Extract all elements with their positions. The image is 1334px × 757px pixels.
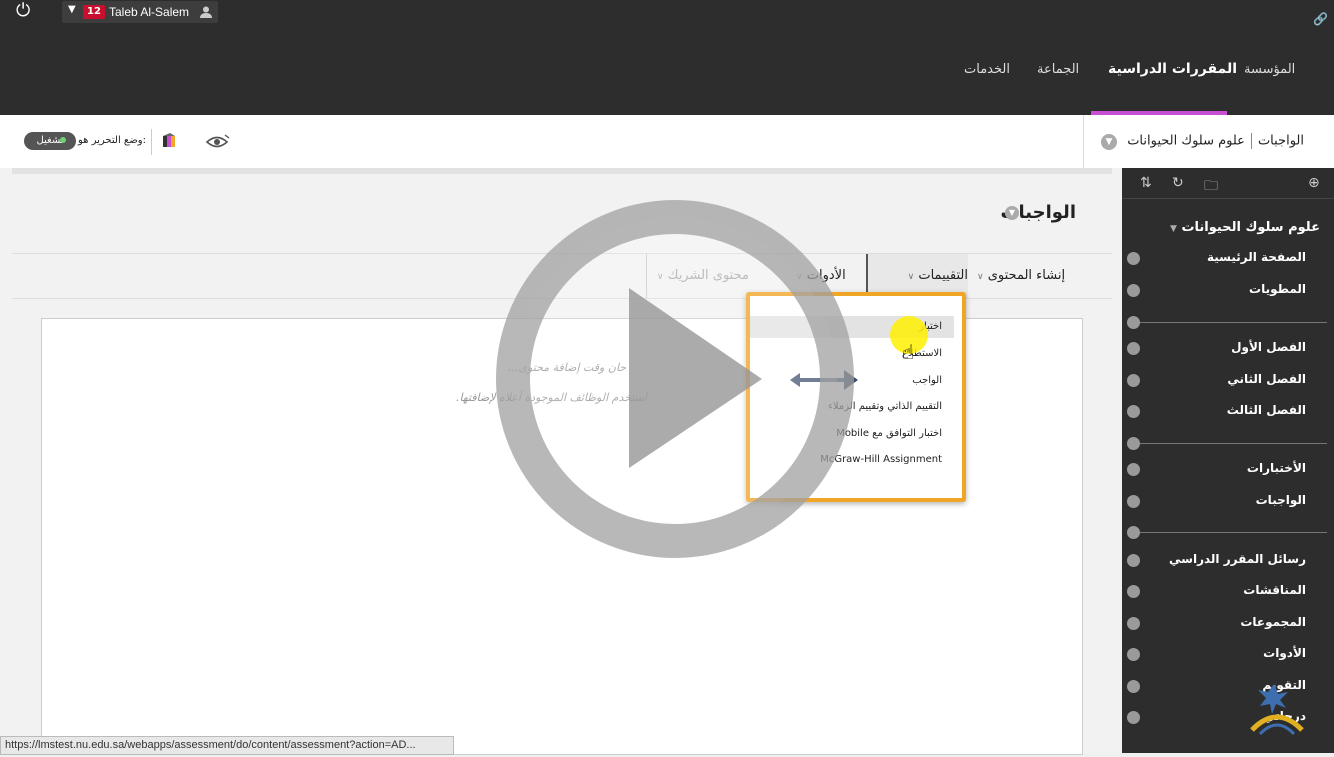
user-menu[interactable]: ▼ 12 Taleb Al-Salem	[62, 1, 218, 23]
menu-item-options-icon[interactable]	[1127, 374, 1140, 387]
menu-divider	[1127, 526, 1327, 539]
breadcrumb: الواجبات علوم سلوك الحيوانات	[1127, 133, 1304, 149]
video-play-button[interactable]	[494, 198, 856, 560]
breadcrumb-page[interactable]: الواجبات	[1258, 134, 1304, 149]
breadcrumb-course[interactable]: علوم سلوك الحيوانات	[1127, 134, 1245, 149]
menu-divider	[1127, 437, 1327, 450]
course-menu: ⊕ 🗀 ↻ ⇅ علوم سلوك الحيوانات ▼ الصفحة الر…	[1122, 168, 1334, 753]
refresh-icon[interactable]: ↻	[1172, 175, 1184, 191]
sidebar-item-course-messages[interactable]: رسائل المقرر الدراسي	[1122, 550, 1334, 572]
student-preview-icon[interactable]	[205, 132, 231, 156]
menu-item-options-icon[interactable]	[1127, 617, 1140, 630]
breadcrumb-chevron-icon[interactable]: ▼	[1101, 134, 1117, 150]
menu-item-options-icon[interactable]	[1127, 316, 1140, 329]
menu-item-options-icon[interactable]	[1127, 405, 1140, 418]
menu-item-options-icon[interactable]	[1127, 437, 1140, 450]
page-title-chevron-icon[interactable]: ▼	[1005, 206, 1019, 220]
menu-item-options-icon[interactable]	[1127, 554, 1140, 567]
edit-mode-label: وضع التحرير هو:	[78, 135, 146, 146]
menu-item-options-icon[interactable]	[1127, 526, 1140, 539]
course-menu-title[interactable]: علوم سلوك الحيوانات ▼	[1170, 220, 1320, 235]
course-menu-tools: ⊕ 🗀 ↻ ⇅	[1122, 168, 1334, 199]
course-toolbar: تشغيل وضع التحرير هو: ▼ الواجبات علوم سلو…	[0, 115, 1334, 169]
tab-institution[interactable]: المؤسسة	[1244, 62, 1295, 77]
menu-item-options-icon[interactable]	[1127, 342, 1140, 355]
sidebar-item-chapter2[interactable]: الفصل الثاني	[1122, 370, 1334, 392]
sidebar-item-assignments[interactable]: الواجبات	[1122, 491, 1334, 513]
content-top-shadow	[12, 168, 1112, 174]
play-icon	[496, 200, 854, 558]
add-menu-item-icon[interactable]: ⊕	[1308, 175, 1320, 191]
university-logo	[1222, 684, 1334, 753]
menu-divider	[1127, 316, 1327, 329]
notification-badge: 12	[83, 5, 105, 19]
tab-services[interactable]: الخدمات	[964, 62, 1010, 77]
menu-item-assignment[interactable]: الواجب	[912, 375, 942, 386]
breadcrumb-separator	[1250, 133, 1252, 149]
reorder-icon[interactable]: ⇅	[1140, 175, 1152, 191]
toggle-dot	[60, 137, 66, 143]
menu-item-options-icon[interactable]	[1127, 585, 1140, 598]
breadcrumb-divider	[1083, 115, 1084, 168]
sidebar-item-groups[interactable]: المجموعات	[1122, 613, 1334, 635]
power-icon[interactable]: ⏻	[16, 2, 30, 20]
menu-item-options-icon[interactable]	[1127, 252, 1140, 265]
theme-palette-icon[interactable]	[162, 133, 178, 153]
hand-cursor-icon: ☝	[902, 340, 915, 364]
menu-item-options-icon[interactable]	[1127, 495, 1140, 508]
sidebar-item-home[interactable]: الصفحة الرئيسية	[1122, 248, 1334, 270]
tab-community[interactable]: الجماعة	[1037, 62, 1079, 77]
build-content-button[interactable]: إنشاء المحتوى ∨	[977, 254, 1065, 298]
user-name: Taleb Al-Salem	[109, 5, 190, 19]
divider	[151, 129, 152, 155]
menu-item-options-icon[interactable]	[1127, 284, 1140, 297]
menu-item-options-icon[interactable]	[1127, 463, 1140, 476]
sidebar-item-chapter3[interactable]: الفصل الثالث	[1122, 401, 1334, 423]
edit-mode-toggle[interactable]: تشغيل	[24, 132, 76, 150]
folder-view-icon[interactable]: 🗀	[1204, 175, 1218, 199]
top-bar: ⏻ ▼ 12 Taleb Al-Salem 🔗 المؤسسة المقررات…	[0, 0, 1334, 115]
caret-down-icon: ▼	[68, 4, 76, 15]
user-icon	[199, 4, 213, 23]
sidebar-item-discussions[interactable]: المناقشات	[1122, 581, 1334, 603]
sidebar-item-chapter1[interactable]: الفصل الأول	[1122, 338, 1334, 360]
sidebar-item-brochures[interactable]: المطويات	[1122, 280, 1334, 302]
status-bar-url: https://lmstest.nu.edu.sa/webapps/assess…	[0, 736, 454, 755]
sidebar-item-tools[interactable]: الأدوات	[1122, 644, 1334, 666]
tab-courses[interactable]: المقررات الدراسية	[1108, 61, 1237, 77]
menu-item-options-icon[interactable]	[1127, 680, 1140, 693]
menu-item-options-icon[interactable]	[1127, 711, 1140, 724]
sidebar-item-tests[interactable]: الأختبارات	[1122, 459, 1334, 481]
menu-item-options-icon[interactable]	[1127, 648, 1140, 661]
link-icon[interactable]: 🔗	[1313, 12, 1328, 26]
